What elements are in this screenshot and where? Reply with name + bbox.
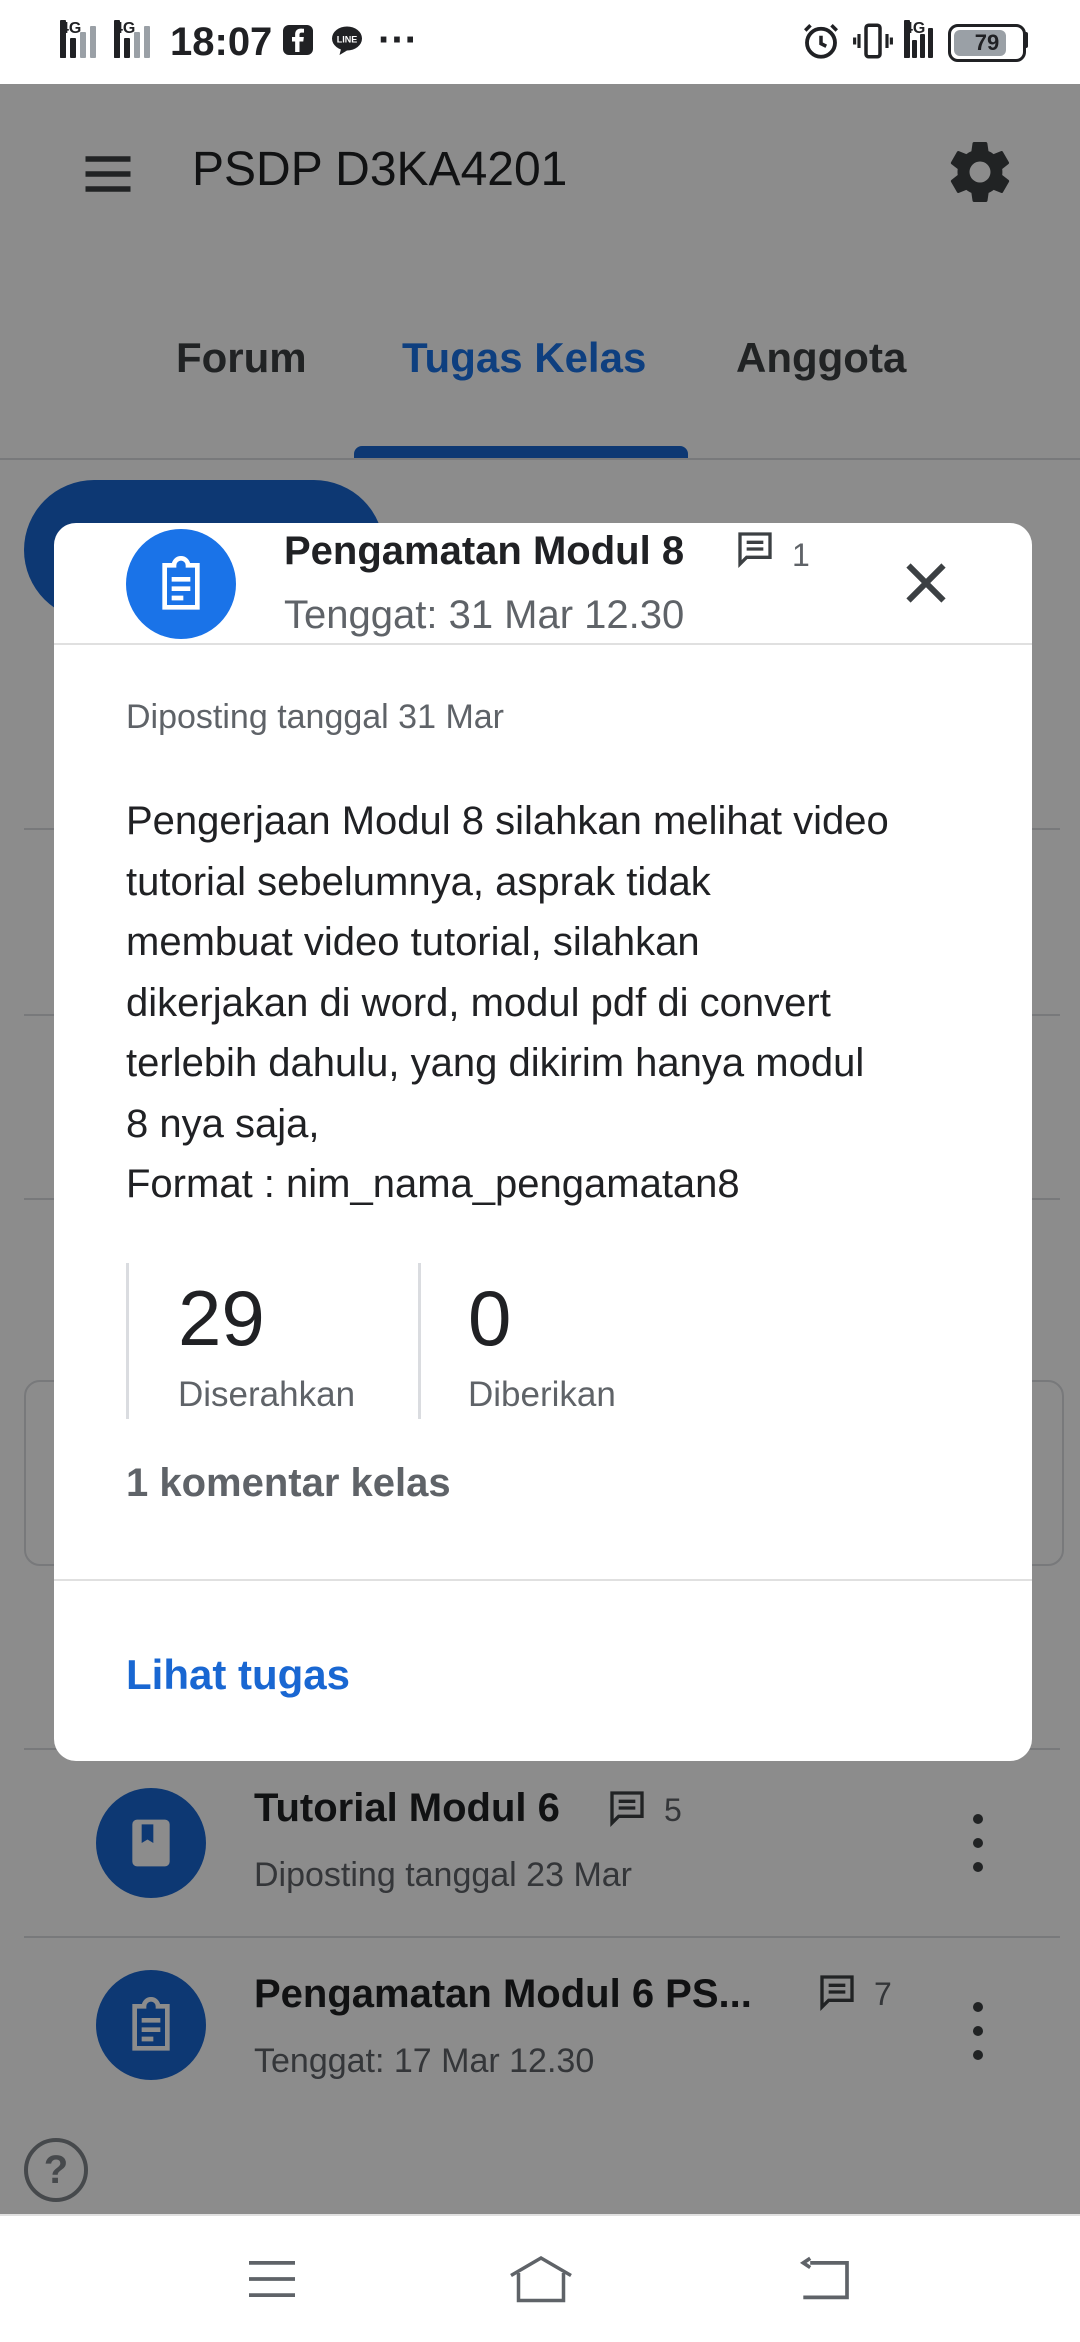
line-icon: LINE [332,26,362,55]
facebook-icon [283,25,313,55]
divider [54,643,1032,645]
recent-apps-icon[interactable] [244,2256,300,2302]
more-notifications-icon: ··· [378,18,418,62]
clock: 18:07 [170,20,273,64]
battery-icon: 79 [948,24,1026,62]
stat-divider [126,1263,129,1419]
alarm-icon [804,24,838,59]
assignment-description: Pengerjaan Modul 8 silahkan melihat vide… [126,799,889,1206]
signal-icon: 4G [904,20,940,58]
class-comments-link[interactable]: 1 komentar kelas [126,1461,451,1506]
status-bar: 4G 4G 18:07 LINE ··· 4G 79 [0,0,1080,84]
posted-date: Diposting tanggal 31 Mar [126,698,505,736]
comment-count: 1 [792,537,810,573]
dialog-title: Pengamatan Modul 8 [284,529,685,573]
assigned-label: Diberikan [468,1375,616,1414]
svg-text:LINE: LINE [337,34,358,44]
assignment-icon [126,529,236,639]
due-date: Tenggat: 31 Mar 12.30 [284,593,685,637]
signal-icon: 4G [60,20,106,58]
stat-divider [418,1263,421,1419]
battery-tip [1023,32,1028,48]
home-icon[interactable] [506,2252,576,2304]
assigned-count[interactable]: 0 [468,1273,511,1364]
close-icon[interactable] [896,553,956,613]
view-assignment-button[interactable]: Lihat tugas [126,1651,350,1699]
system-nav-bar [0,2214,1080,2342]
battery-level: 79 [974,30,1000,55]
divider [54,1579,1032,1581]
assignment-dialog: Pengamatan Modul 8 1 Tenggat: 31 Mar 12.… [54,523,1032,1761]
signal-icon: 4G [114,20,160,58]
turned-in-label: Diserahkan [178,1375,356,1414]
back-icon[interactable] [796,2256,852,2302]
vibrate-icon [853,23,893,59]
turned-in-count[interactable]: 29 [178,1273,265,1364]
comment-icon [738,532,772,569]
